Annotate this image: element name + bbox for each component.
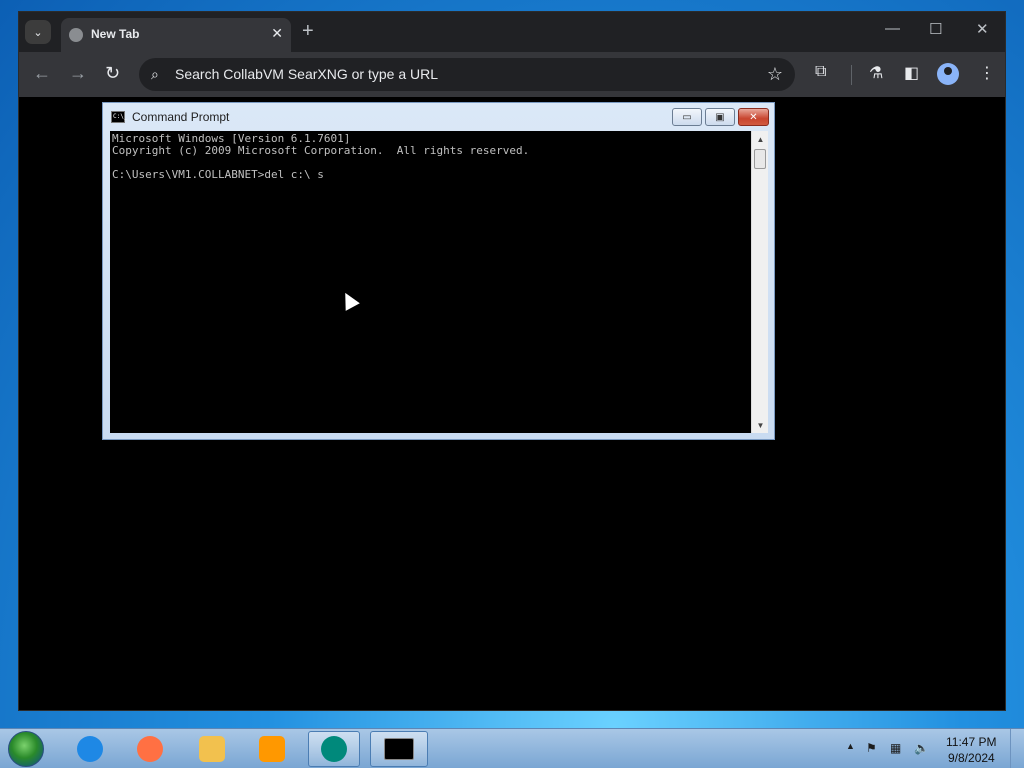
cmd-scrollbar[interactable]: ▲ ▼ bbox=[751, 131, 768, 433]
show-desktop-button[interactable] bbox=[1010, 729, 1024, 768]
console-line: C:\Users\VM1.COLLABNET>del c:\ s bbox=[112, 168, 324, 181]
bookmark-star-icon[interactable]: ☆ bbox=[767, 64, 783, 85]
window-maximize-button[interactable]: ☐ bbox=[929, 20, 942, 38]
cmd-minimize-button[interactable]: ▭ bbox=[672, 108, 702, 126]
cmd-console[interactable]: Microsoft Windows [Version 6.1.7601] Copy… bbox=[110, 131, 751, 433]
media-player-icon bbox=[259, 736, 285, 762]
tab-search-button[interactable]: ⌄ bbox=[25, 20, 51, 44]
address-bar-placeholder: Search CollabVM SearXNG or type a URL bbox=[175, 66, 438, 82]
volume-muted-icon[interactable]: 🔈 bbox=[914, 741, 929, 755]
side-panel-icon[interactable]: ◧ bbox=[904, 63, 919, 83]
taskbar-app-command-prompt[interactable] bbox=[370, 731, 428, 767]
extensions-icon[interactable]: ⧉ bbox=[815, 63, 826, 81]
action-center-flag-icon[interactable]: ⚑ bbox=[866, 741, 877, 755]
tab-close-icon[interactable]: ✕ bbox=[271, 25, 283, 42]
scroll-up-icon[interactable]: ▲ bbox=[752, 131, 769, 147]
menu-kebab-icon[interactable]: ⋮ bbox=[979, 63, 995, 83]
browser-window: ⌄ New Tab ✕ + — ☐ ✕ ← → ↻ ⌕ Search Colla… bbox=[18, 11, 1006, 711]
taskbar-app-firefox[interactable] bbox=[124, 731, 176, 767]
back-button[interactable]: ← bbox=[33, 63, 51, 84]
taskbar-app-media-player[interactable] bbox=[246, 731, 298, 767]
tab-strip: ⌄ New Tab ✕ + — ☐ ✕ bbox=[19, 12, 1005, 52]
scroll-thumb[interactable] bbox=[754, 149, 766, 169]
cmd-title: Command Prompt bbox=[132, 110, 230, 124]
cmd-maximize-button[interactable]: ▣ bbox=[705, 108, 735, 126]
address-bar[interactable]: ⌕ Search CollabVM SearXNG or type a URL … bbox=[139, 58, 795, 91]
new-tab-button[interactable]: + bbox=[302, 20, 314, 43]
browser-viewport: C:\_ Command Prompt ▭ ▣ ✕ Microsoft Wind… bbox=[19, 97, 1005, 710]
command-prompt-icon bbox=[384, 738, 414, 760]
taskbar-app-browser[interactable] bbox=[308, 731, 360, 767]
cmd-close-button[interactable]: ✕ bbox=[738, 108, 769, 126]
network-icon[interactable]: ▦ bbox=[890, 741, 901, 755]
tab-title: New Tab bbox=[91, 27, 140, 41]
browser-icon bbox=[321, 736, 347, 762]
command-prompt-window: C:\_ Command Prompt ▭ ▣ ✕ Microsoft Wind… bbox=[102, 102, 775, 440]
toolbar-divider bbox=[851, 65, 852, 85]
tab-new-tab[interactable]: New Tab ✕ bbox=[61, 18, 291, 52]
cmd-icon: C:\_ bbox=[111, 111, 127, 123]
window-close-button[interactable]: ✕ bbox=[976, 20, 989, 38]
internet-explorer-icon bbox=[77, 736, 103, 762]
profile-avatar-icon[interactable] bbox=[937, 63, 959, 85]
labs-flask-icon[interactable]: ⚗ bbox=[869, 63, 883, 83]
start-button[interactable] bbox=[8, 731, 44, 767]
firefox-icon bbox=[137, 736, 163, 762]
window-minimize-button[interactable]: — bbox=[885, 20, 900, 37]
cmd-titlebar[interactable]: C:\_ Command Prompt ▭ ▣ ✕ bbox=[103, 103, 774, 131]
clock-time[interactable]: 11:47 PM bbox=[946, 735, 996, 749]
browser-toolbar: ← → ↻ ⌕ Search CollabVM SearXNG or type … bbox=[19, 52, 1005, 97]
scroll-down-icon[interactable]: ▼ bbox=[752, 417, 769, 433]
clock-date[interactable]: 9/8/2024 bbox=[948, 751, 995, 765]
reload-button[interactable]: ↻ bbox=[105, 63, 120, 84]
globe-icon bbox=[69, 28, 83, 42]
search-icon: ⌕ bbox=[151, 66, 159, 82]
console-line: Copyright (c) 2009 Microsoft Corporation… bbox=[112, 144, 530, 157]
show-hidden-icons-icon[interactable]: ▲ bbox=[846, 741, 855, 751]
taskbar: ▲ ⚑ ▦ 🔈 11:47 PM 9/8/2024 bbox=[0, 728, 1024, 768]
forward-button[interactable]: → bbox=[69, 63, 87, 84]
taskbar-app-file-explorer[interactable] bbox=[186, 731, 238, 767]
taskbar-app-internet-explorer[interactable] bbox=[64, 731, 116, 767]
folder-icon bbox=[199, 736, 225, 762]
